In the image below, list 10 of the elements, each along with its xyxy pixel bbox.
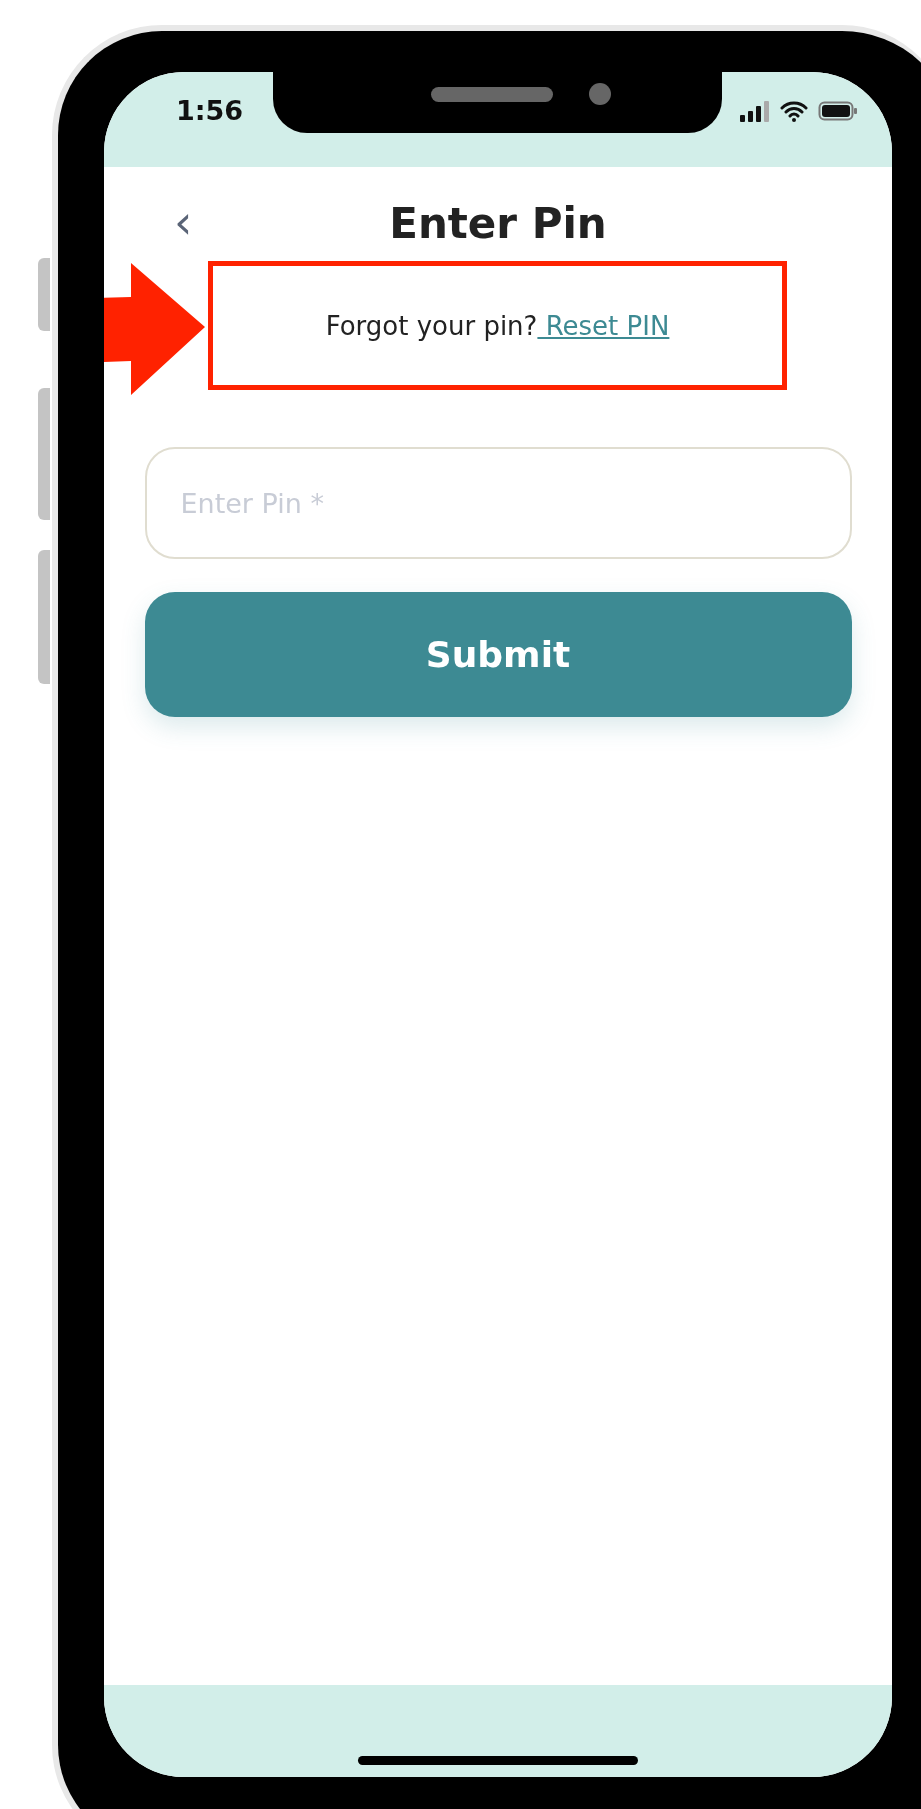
forgot-pin-text: Forgot your pin? Reset PIN	[325, 310, 670, 341]
arrow-icon	[104, 263, 205, 395]
wifi-icon	[780, 99, 808, 122]
page-title: Enter Pin	[389, 198, 607, 248]
status-time: 1:56	[176, 95, 244, 126]
back-button[interactable]: ‹	[170, 199, 197, 245]
reset-pin-link[interactable]: Reset PIN	[537, 310, 670, 341]
signal-icon	[740, 99, 770, 122]
battery-icon	[818, 99, 858, 122]
submit-button[interactable]: Submit	[144, 592, 852, 717]
